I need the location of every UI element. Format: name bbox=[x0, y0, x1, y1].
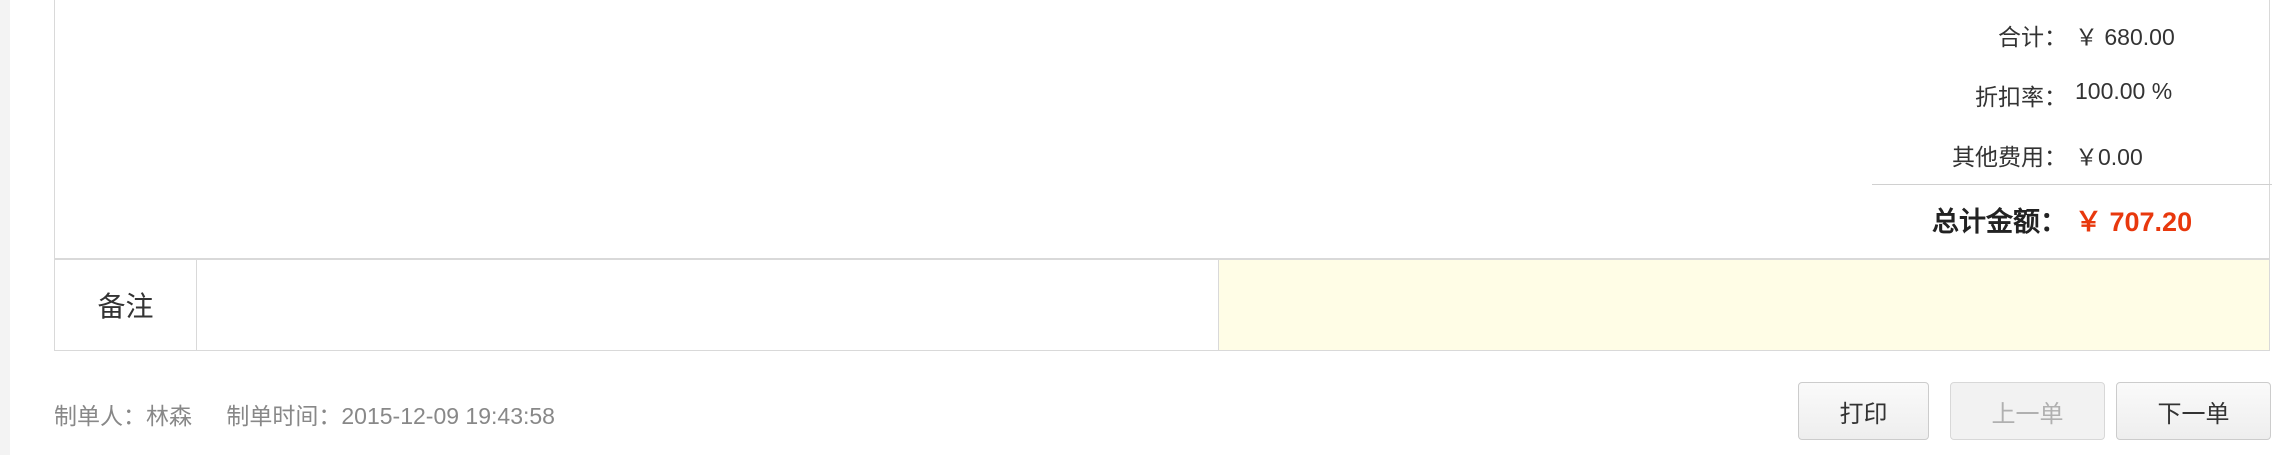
summary-divider bbox=[1872, 184, 2272, 185]
remarks-note-area bbox=[1219, 260, 2269, 350]
discount-value: 100.00 % bbox=[2075, 78, 2173, 104]
order-detail-page: 合计： ￥ 680.00 折扣率： 100.00 % 其他费用： ￥0.00 总… bbox=[0, 0, 2283, 455]
creator-label: 制单人： bbox=[54, 403, 146, 429]
next-order-button[interactable]: 下一单 bbox=[2116, 382, 2271, 440]
order-summary-panel: 合计： ￥ 680.00 折扣率： 100.00 % 其他费用： ￥0.00 总… bbox=[54, 0, 2272, 259]
total-amount: ￥ 707.20 bbox=[2075, 207, 2193, 237]
discount-label: 折扣率： bbox=[1975, 84, 2067, 110]
created-time-value: 2015-12-09 19:43:58 bbox=[341, 403, 555, 429]
creator-name: 林森 bbox=[146, 403, 192, 429]
remarks-row: 备注 bbox=[54, 259, 2270, 351]
total-label: 总计金额： bbox=[1932, 207, 2067, 237]
other-fees-value: ￥0.00 bbox=[2075, 144, 2143, 170]
remarks-label: 备注 bbox=[55, 260, 197, 350]
subtotal-label: 合计： bbox=[1998, 24, 2067, 50]
subtotal-value: ￥ 680.00 bbox=[2075, 24, 2175, 50]
created-time-info: 制单时间：2015-12-09 19:43:58 bbox=[226, 403, 555, 429]
creator-info: 制单人：林森 bbox=[54, 403, 192, 429]
subtotal-row: 合计： ￥ 680.00 bbox=[55, 18, 2271, 50]
order-meta: 制单人：林森 制单时间：2015-12-09 19:43:58 bbox=[54, 397, 583, 431]
other-fees-label: 其他费用： bbox=[1952, 144, 2067, 170]
print-button[interactable]: 打印 bbox=[1798, 382, 1929, 440]
left-gutter bbox=[0, 0, 10, 455]
total-row: 总计金额： ￥ 707.20 bbox=[55, 200, 2271, 237]
discount-row: 折扣率： 100.00 % bbox=[55, 78, 2271, 110]
previous-order-button[interactable]: 上一单 bbox=[1950, 382, 2105, 440]
created-time-label: 制单时间： bbox=[226, 403, 342, 429]
remarks-field[interactable] bbox=[197, 260, 1219, 350]
other-fees-row: 其他费用： ￥0.00 bbox=[55, 138, 2271, 170]
